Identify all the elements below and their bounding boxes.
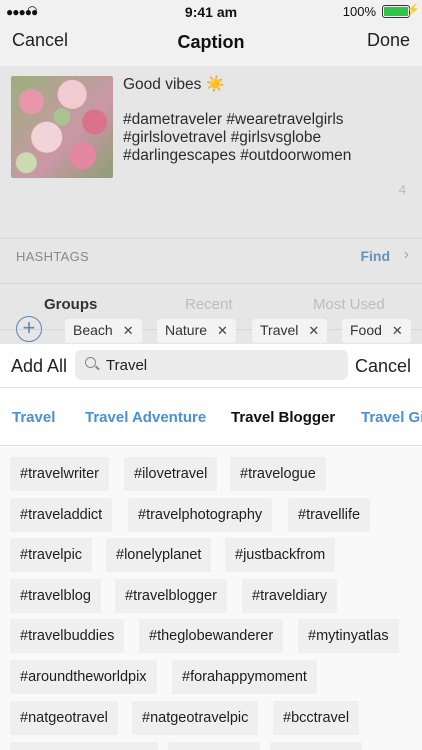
battery-percent: 100% bbox=[342, 4, 376, 19]
hashtag-chip[interactable]: #travelogue bbox=[230, 457, 326, 491]
tab-recent[interactable]: Recent bbox=[185, 296, 233, 313]
hashtag-chip-partial[interactable] bbox=[168, 742, 260, 750]
hashtag-search-sheet: Add All Cancel Travel Travel Adventure T… bbox=[0, 344, 422, 750]
remove-icon[interactable]: ✕ bbox=[123, 323, 134, 338]
hashtag-chip[interactable]: #lonelyplanet bbox=[106, 538, 212, 572]
hashtag-chip[interactable]: #mytinyatlas bbox=[298, 619, 399, 653]
hashtag-chip[interactable]: #travelblog bbox=[10, 579, 101, 613]
hashtag-chip[interactable]: #justbackfrom bbox=[225, 538, 336, 572]
hashtag-chip-partial[interactable] bbox=[270, 742, 362, 750]
character-count: 4 bbox=[398, 182, 406, 197]
caption-textarea[interactable]: Good vibes ☀️ #dametraveler #wearetravel… bbox=[123, 76, 415, 165]
sun-icon: ☀️ bbox=[205, 76, 226, 93]
hashtag-chip[interactable]: #travelwriter bbox=[10, 457, 109, 491]
charging-icon: ⚡ bbox=[406, 4, 420, 16]
hashtag-suggestions: #travelwriter #ilovetravel #travelogue #… bbox=[0, 447, 422, 750]
hashtags-label: HASHTAGS bbox=[16, 249, 89, 264]
group-chip[interactable]: Nature ✕ bbox=[157, 319, 236, 343]
remove-icon[interactable]: ✕ bbox=[392, 323, 403, 338]
hashtags-header: HASHTAGS Find › bbox=[0, 238, 422, 284]
caption-hashtags: #dametraveler #wearetravelgirls #girlslo… bbox=[123, 111, 352, 164]
hashtag-chip[interactable]: #travelblogger bbox=[115, 579, 227, 613]
add-group-button[interactable]: + bbox=[16, 316, 42, 342]
tab-most-used[interactable]: Most Used bbox=[313, 296, 385, 313]
search-cancel-button[interactable]: Cancel bbox=[355, 356, 411, 377]
search-field[interactable] bbox=[75, 350, 348, 380]
nav-bar: Cancel Caption Done bbox=[0, 22, 422, 66]
remove-icon[interactable]: ✕ bbox=[308, 323, 319, 338]
tab-travel-blogger[interactable]: Travel Blogger bbox=[231, 409, 335, 426]
add-all-button[interactable]: Add All bbox=[11, 356, 67, 377]
tab-travel-girl[interactable]: Travel Girl bbox=[361, 409, 422, 426]
group-chip[interactable]: Travel ✕ bbox=[252, 319, 328, 343]
search-input[interactable] bbox=[106, 355, 336, 375]
hashtag-chip[interactable]: #travelpic bbox=[10, 538, 93, 572]
remove-icon[interactable]: ✕ bbox=[217, 323, 228, 338]
group-chips-row: + Beach ✕ Nature ✕ Travel ✕ Food ✕ bbox=[0, 316, 422, 344]
suggestion-tabs: Travel Travel Adventure Travel Blogger T… bbox=[0, 388, 422, 446]
done-button[interactable]: Done bbox=[367, 30, 410, 51]
hashtag-chip[interactable]: #ilovetravel bbox=[124, 457, 218, 491]
caption-first-line: Good vibes bbox=[123, 76, 202, 93]
hashtag-chip[interactable]: #natgeotravelpic bbox=[132, 701, 259, 735]
page-title: Caption bbox=[177, 32, 245, 52]
hashtag-chip-partial[interactable] bbox=[10, 742, 158, 750]
hashtag-chip[interactable]: #forahappymoment bbox=[172, 660, 317, 694]
group-chip[interactable]: Beach ✕ bbox=[65, 319, 142, 343]
tab-groups[interactable]: Groups bbox=[44, 296, 97, 313]
post-thumbnail bbox=[11, 76, 113, 178]
hashtag-chip[interactable]: #traveldiary bbox=[242, 579, 337, 613]
hashtag-chip[interactable]: #natgeotravel bbox=[10, 701, 118, 735]
hashtag-chip[interactable]: #traveladdict bbox=[10, 498, 113, 532]
caption-editor: Good vibes ☀️ #dametraveler #wearetravel… bbox=[0, 66, 422, 344]
hashtag-chip[interactable]: #theglobewanderer bbox=[139, 619, 284, 653]
tab-travel[interactable]: Travel bbox=[12, 409, 55, 426]
chevron-right-icon[interactable]: › bbox=[404, 246, 409, 264]
hashtag-chip[interactable]: #aroundtheworldpix bbox=[10, 660, 157, 694]
hashtag-chip[interactable]: #travellife bbox=[288, 498, 371, 532]
hashtag-chip[interactable]: #travelbuddies bbox=[10, 619, 125, 653]
tab-travel-adventure[interactable]: Travel Adventure bbox=[85, 409, 206, 426]
find-button[interactable]: Find bbox=[360, 248, 390, 264]
hashtag-chip[interactable]: #travelphotography bbox=[128, 498, 273, 532]
search-icon bbox=[85, 357, 96, 368]
group-chip[interactable]: Food ✕ bbox=[342, 319, 411, 343]
hashtag-chip[interactable]: #bcctravel bbox=[273, 701, 360, 735]
status-bar: ●●●●● ◠ 9:41 am 100% ⚡ bbox=[0, 0, 422, 22]
